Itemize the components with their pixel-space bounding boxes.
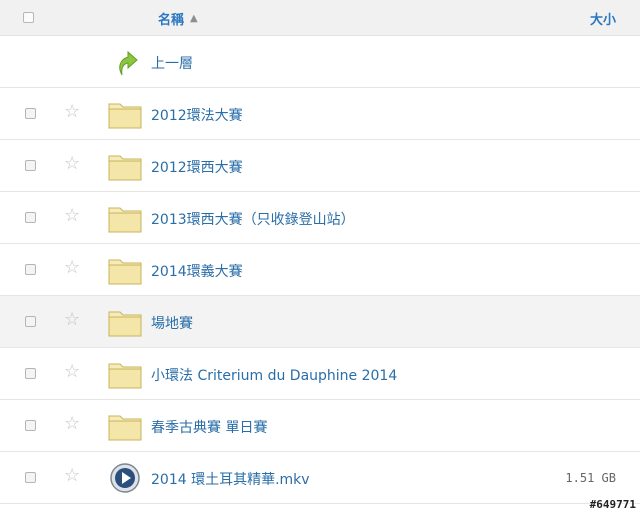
list-item[interactable]: ☆ 2014環義大賽 bbox=[0, 244, 640, 296]
star-icon[interactable]: ☆ bbox=[64, 362, 80, 382]
size-column-header[interactable]: 大小 bbox=[590, 9, 616, 28]
item-size: 1.51 GB bbox=[565, 471, 616, 485]
list-item[interactable]: ☆ 場地賽 bbox=[0, 296, 640, 348]
video-file-icon bbox=[110, 463, 140, 493]
row-checkbox[interactable] bbox=[25, 160, 36, 171]
item-name[interactable]: 2014 環土耳其精華.mkv bbox=[151, 469, 310, 489]
file-list: 上一層 ☆ 2012環法大賽 ☆ 2012環西大賽 ☆ 2013環西大賽（只收錄… bbox=[0, 36, 640, 504]
star-icon[interactable]: ☆ bbox=[64, 258, 80, 278]
folder-icon bbox=[108, 155, 142, 181]
list-item[interactable]: ☆ 春季古典賽 單日賽 bbox=[0, 400, 640, 452]
star-icon[interactable]: ☆ bbox=[64, 466, 80, 486]
star-icon[interactable]: ☆ bbox=[64, 206, 80, 226]
star-icon[interactable]: ☆ bbox=[64, 414, 80, 434]
row-checkbox[interactable] bbox=[25, 108, 36, 119]
name-column-label: 名稱 bbox=[158, 13, 185, 28]
parent-folder-label[interactable]: 上一層 bbox=[151, 53, 193, 73]
star-icon[interactable]: ☆ bbox=[64, 154, 80, 174]
list-item[interactable]: ☆ 小環法 Criterium du Dauphine 2014 bbox=[0, 348, 640, 400]
item-name[interactable]: 春季古典賽 單日賽 bbox=[151, 417, 267, 437]
item-name[interactable]: 2014環義大賽 bbox=[151, 261, 243, 281]
list-item[interactable]: ☆ 2013環西大賽（只收錄登山站） bbox=[0, 192, 640, 244]
sort-ascending-icon: ▲ bbox=[190, 13, 198, 24]
star-icon[interactable]: ☆ bbox=[64, 102, 80, 122]
folder-icon bbox=[108, 363, 142, 389]
list-item[interactable]: ☆ 2012環西大賽 bbox=[0, 140, 640, 192]
sort-by-name-header[interactable]: 名稱 ▲ bbox=[158, 9, 198, 28]
item-name[interactable]: 小環法 Criterium du Dauphine 2014 bbox=[151, 365, 397, 385]
folder-icon bbox=[108, 259, 142, 285]
folder-icon bbox=[108, 415, 142, 441]
file-list-header: 名稱 ▲ 大小 bbox=[0, 0, 640, 36]
row-checkbox[interactable] bbox=[25, 264, 36, 275]
item-name[interactable]: 場地賽 bbox=[151, 313, 193, 333]
row-checkbox[interactable] bbox=[25, 472, 36, 483]
item-name[interactable]: 2013環西大賽（只收錄登山站） bbox=[151, 209, 355, 229]
watermark: #649771 bbox=[589, 498, 636, 511]
up-arrow-icon bbox=[119, 50, 138, 76]
folder-icon bbox=[108, 207, 142, 233]
list-item[interactable]: ☆ 2012環法大賽 bbox=[0, 88, 640, 140]
item-name[interactable]: 2012環法大賽 bbox=[151, 105, 243, 125]
parent-folder-row[interactable]: 上一層 bbox=[0, 36, 640, 88]
row-checkbox[interactable] bbox=[25, 368, 36, 379]
folder-icon bbox=[108, 103, 142, 129]
row-checkbox[interactable] bbox=[25, 212, 36, 223]
item-name[interactable]: 2012環西大賽 bbox=[151, 157, 243, 177]
select-all-checkbox[interactable] bbox=[23, 12, 34, 23]
row-checkbox[interactable] bbox=[25, 420, 36, 431]
list-item[interactable]: ☆ 2014 環土耳其精華.mkv 1.51 GB bbox=[0, 452, 640, 504]
star-icon[interactable]: ☆ bbox=[64, 310, 80, 330]
folder-icon bbox=[108, 311, 142, 337]
row-checkbox[interactable] bbox=[25, 316, 36, 327]
